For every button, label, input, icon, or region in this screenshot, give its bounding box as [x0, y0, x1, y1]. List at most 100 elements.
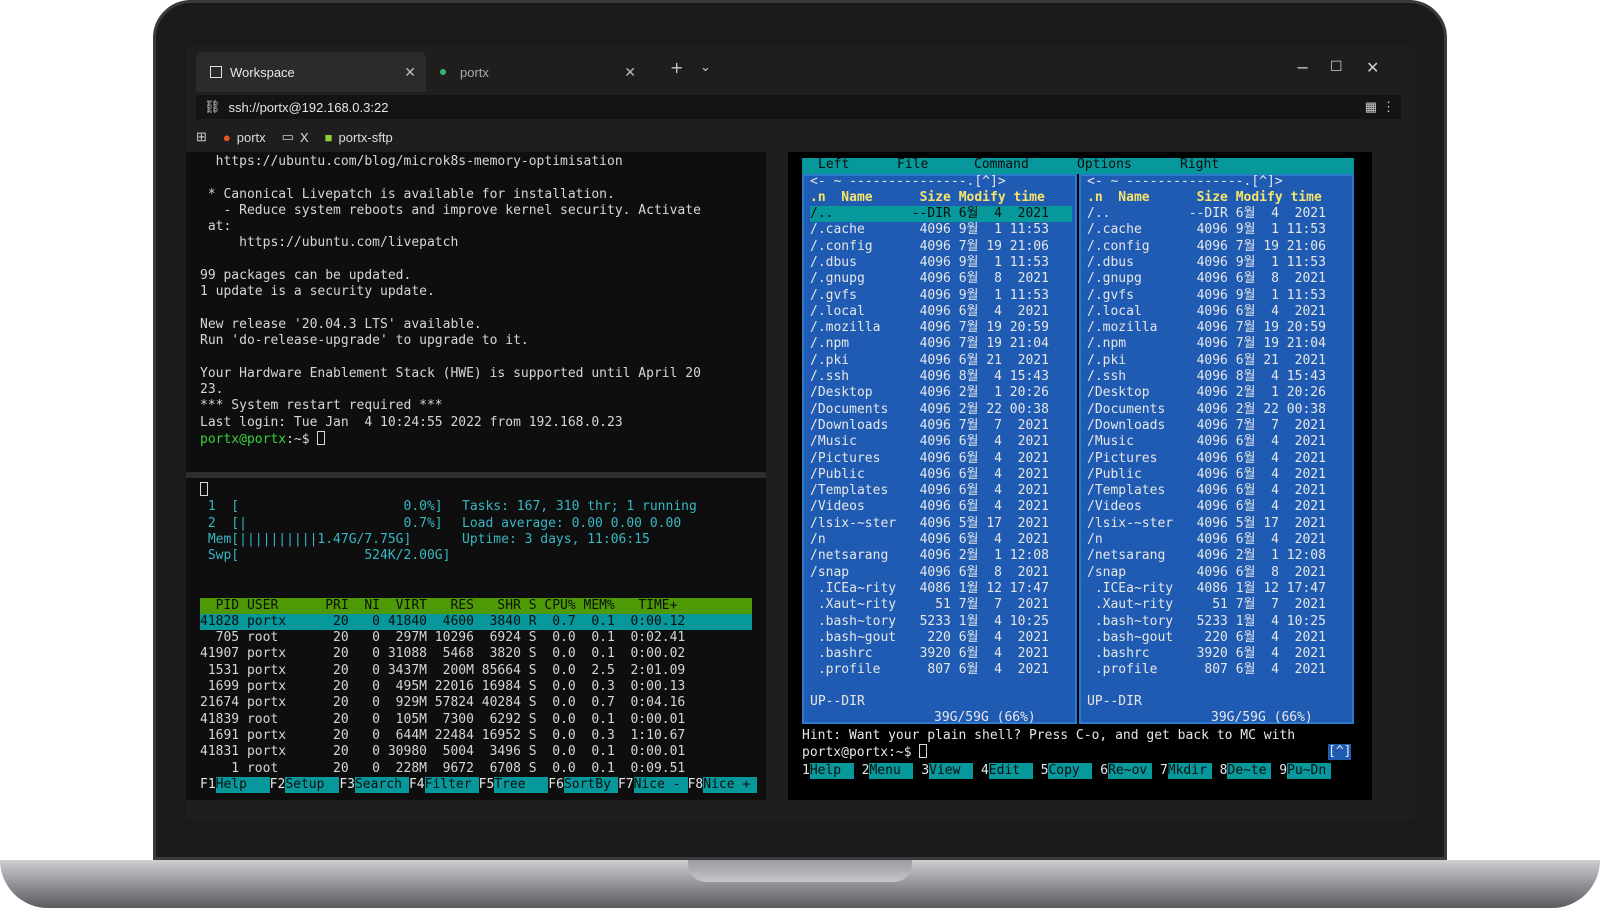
terminal-pane-htop[interactable]: 1 [ 0.0%] 2 [| 0.7%] Mem[||||||||||1.47G…	[186, 478, 766, 800]
layout-icon[interactable]: ▦	[1365, 99, 1377, 115]
list-item[interactable]: /.gvfs 4096 9월 1 11:53	[1087, 288, 1349, 304]
list-item[interactable]: /n 4096 6월 4 2021	[810, 532, 1072, 548]
function-key[interactable]: F5	[479, 777, 495, 792]
function-key[interactable]: F8	[688, 777, 704, 792]
list-item[interactable]: /.local 4096 6월 4 2021	[1087, 304, 1349, 320]
list-item[interactable]: .Xaut~rity 51 7월 7 2021	[1087, 597, 1349, 613]
list-item[interactable]: /.local 4096 6월 4 2021	[810, 304, 1072, 320]
bookmark-portx-sftp[interactable]: ■ portx-sftp	[325, 130, 393, 145]
list-item[interactable]: .profile 807 6월 4 2021	[810, 662, 1072, 678]
mc-menu-item[interactable]: File	[897, 157, 928, 173]
table-row[interactable]: 41907 portx 20 0 31088 5468 3820 S 0.0 0…	[200, 646, 766, 662]
table-row[interactable]: 21674 portx 20 0 929M 57824 40284 S 0.0 …	[200, 695, 766, 711]
list-item[interactable]: /Documents 4096 2월 22 00:38	[810, 402, 1072, 418]
list-item[interactable]: /.config 4096 7월 19 21:06	[1087, 239, 1349, 255]
table-row[interactable]: 705 root 20 0 297M 10296 6924 S 0.0 0.1 …	[200, 630, 766, 646]
terminal-pane-ssh[interactable]: https://ubuntu.com/blog/microk8s-memory-…	[186, 152, 766, 472]
list-item[interactable]: /Templates 4096 6월 4 2021	[1087, 483, 1349, 499]
list-item[interactable]: /Public 4096 6월 4 2021	[1087, 467, 1349, 483]
function-key[interactable]: 3	[921, 763, 929, 778]
list-item[interactable]: /Downloads 4096 7월 7 2021	[810, 418, 1072, 434]
list-item[interactable]: .profile 807 6월 4 2021	[1087, 662, 1349, 678]
mc-menu-item[interactable]: Left	[818, 157, 849, 173]
list-item[interactable]: /Videos 4096 6월 4 2021	[810, 499, 1072, 515]
table-row[interactable]: 41828 portx 20 0 41840 4600 3840 R 0.7 0…	[200, 613, 752, 631]
function-key[interactable]: F1	[200, 777, 216, 792]
list-item[interactable]: /.dbus 4096 9월 1 11:53	[810, 255, 1072, 271]
list-item[interactable]: /Videos 4096 6월 4 2021	[1087, 499, 1349, 515]
session-tree-icon[interactable]: ⊞	[196, 129, 207, 145]
list-item[interactable]: /.mozilla 4096 7월 19 20:59	[810, 320, 1072, 336]
list-item[interactable]: /.gnupg 4096 6월 8 2021	[810, 271, 1072, 287]
bookmark-portx[interactable]: ● portx	[223, 130, 266, 145]
list-item[interactable]: .bash~gout 220 6월 4 2021	[1087, 630, 1349, 646]
chevron-down-icon[interactable]: ⌄	[700, 60, 711, 75]
list-item[interactable]: /.gnupg 4096 6월 8 2021	[1087, 271, 1349, 287]
function-key[interactable]: F6	[548, 777, 564, 792]
list-item[interactable]: /Downloads 4096 7월 7 2021	[1087, 418, 1349, 434]
list-item[interactable]: /netsarang 4096 2월 1 12:08	[1087, 548, 1349, 564]
mc-right-panel[interactable]: <- ~ ---------------.[^]> .n Name Size M…	[1079, 174, 1354, 725]
list-item[interactable]: .bash~tory 5233 1월 4 10:25	[810, 614, 1072, 630]
list-item[interactable]: /.dbus 4096 9월 1 11:53	[1087, 255, 1349, 271]
close-icon[interactable]: ✕	[404, 64, 416, 81]
minimize-icon[interactable]: −	[1296, 58, 1309, 77]
mc-left-panel[interactable]: <- ~ ---------------.[^]> .n Name Size M…	[802, 174, 1077, 725]
new-tab-icon[interactable]: +	[670, 58, 683, 77]
list-item[interactable]: .bash~tory 5233 1월 4 10:25	[1087, 614, 1349, 630]
function-key[interactable]: 5	[1041, 763, 1049, 778]
bookmark-x[interactable]: ▭ X	[282, 129, 309, 145]
list-item[interactable]: /Music 4096 6월 4 2021	[810, 434, 1072, 450]
list-item[interactable]: /Templates 4096 6월 4 2021	[810, 483, 1072, 499]
table-row[interactable]: 1 root 20 0 228M 9672 6708 S 0.0 0.1 0:0…	[200, 761, 766, 777]
function-key[interactable]: 7	[1160, 763, 1168, 778]
address-bar[interactable]: ⛓ ssh://portx@192.168.0.3:22 ▦ ⋮	[196, 95, 1401, 119]
function-key[interactable]: 8	[1220, 763, 1228, 778]
window-close-icon[interactable]: ✕	[1366, 58, 1379, 77]
list-item[interactable]: /lsix-~ster 4096 5월 17 2021	[1087, 516, 1349, 532]
list-item[interactable]: /.ssh 4096 8월 4 15:43	[1087, 369, 1349, 385]
function-key[interactable]: F3	[339, 777, 355, 792]
list-item[interactable]: .Xaut~rity 51 7월 7 2021	[810, 597, 1072, 613]
list-item[interactable]: /Documents 4096 2월 22 00:38	[1087, 402, 1349, 418]
list-item[interactable]: /Pictures 4096 6월 4 2021	[1087, 451, 1349, 467]
list-item[interactable]: /.config 4096 7월 19 21:06	[810, 239, 1072, 255]
table-row[interactable]: 1691 portx 20 0 644M 22484 16952 S 0.0 0…	[200, 728, 766, 744]
table-row[interactable]: 41831 portx 20 0 30980 5004 3496 S 0.0 0…	[200, 744, 766, 760]
more-icon[interactable]: ⋮	[1382, 99, 1395, 115]
list-item[interactable]: /.. --DIR 6월 4 2021	[1087, 206, 1349, 222]
table-row[interactable]: 1531 portx 20 0 3437M 200M 85664 S 0.0 2…	[200, 663, 766, 679]
table-row[interactable]: 41839 root 20 0 105M 7300 6292 S 0.0 0.1…	[200, 712, 766, 728]
function-key[interactable]: F4	[409, 777, 425, 792]
list-item[interactable]: /Desktop 4096 2월 1 20:26	[1087, 385, 1349, 401]
list-item[interactable]: /.mozilla 4096 7월 19 20:59	[1087, 320, 1349, 336]
list-item[interactable]: /.ssh 4096 8월 4 15:43	[810, 369, 1072, 385]
tab-portx[interactable]: portx ✕	[426, 52, 646, 92]
mc-menu-item[interactable]: Command	[974, 157, 1029, 173]
tab-workspace[interactable]: Workspace ✕	[196, 52, 426, 92]
list-item[interactable]: .bashrc 3920 6월 4 2021	[1087, 646, 1349, 662]
list-item[interactable]: .bashrc 3920 6월 4 2021	[810, 646, 1072, 662]
list-item[interactable]: .bash~gout 220 6월 4 2021	[810, 630, 1072, 646]
function-key[interactable]: F2	[270, 777, 286, 792]
maximize-icon[interactable]: ☐	[1330, 59, 1343, 75]
list-item[interactable]: /snap 4096 6월 8 2021	[1087, 565, 1349, 581]
list-item[interactable]: /.pki 4096 6월 21 2021	[1087, 353, 1349, 369]
mc-menu-item[interactable]: Right	[1180, 157, 1219, 173]
list-item[interactable]: /.cache 4096 9월 1 11:53	[810, 222, 1072, 238]
list-item[interactable]: /lsix-~ster 4096 5월 17 2021	[810, 516, 1072, 532]
list-item[interactable]: /netsarang 4096 2월 1 12:08	[810, 548, 1072, 564]
function-key[interactable]: 4	[981, 763, 989, 778]
function-key[interactable]: 9	[1279, 763, 1287, 778]
function-key[interactable]: 2	[862, 763, 870, 778]
terminal-pane-mc[interactable]: Left File Command Options Right <- ~ -------…	[788, 152, 1372, 800]
function-key[interactable]: F7	[618, 777, 634, 792]
mc-menu-item[interactable]: Options	[1077, 157, 1132, 173]
function-key[interactable]: 6	[1100, 763, 1108, 778]
list-item[interactable]: /n 4096 6월 4 2021	[1087, 532, 1349, 548]
list-item[interactable]: /.npm 4096 7월 19 21:04	[810, 336, 1072, 352]
list-item[interactable]: /Music 4096 6월 4 2021	[1087, 434, 1349, 450]
table-row[interactable]: 1699 portx 20 0 495M 22016 16984 S 0.0 0…	[200, 679, 766, 695]
list-item[interactable]: .ICEa~rity 4086 1월 12 17:47	[810, 581, 1072, 597]
list-item[interactable]: /snap 4096 6월 8 2021	[810, 565, 1072, 581]
